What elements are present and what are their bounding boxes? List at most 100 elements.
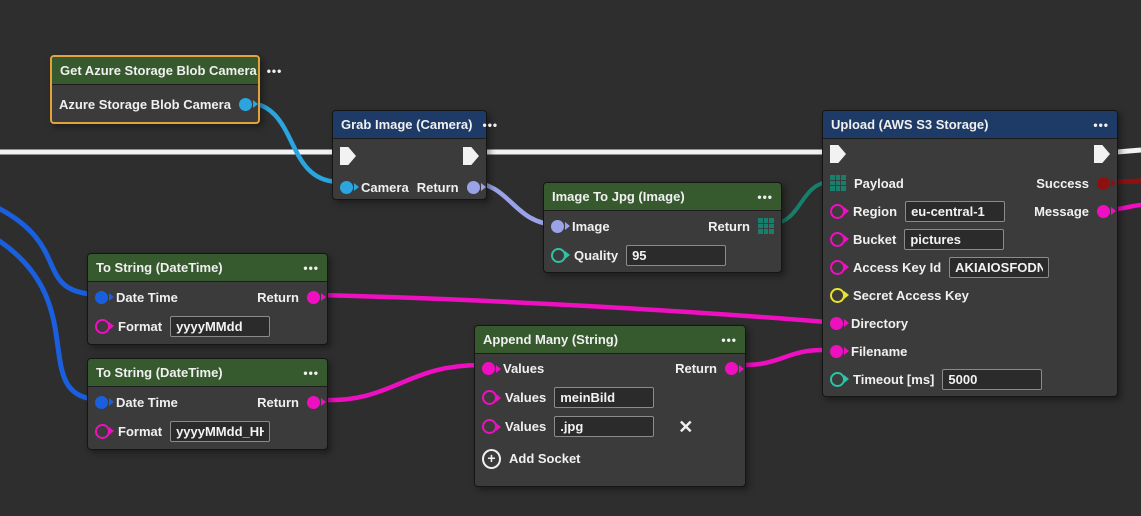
output-label-return: Return <box>257 290 299 305</box>
node-title: Append Many (String) <box>483 332 618 347</box>
input-pin-image[interactable] <box>551 220 564 233</box>
input-pin-secret-access-key[interactable] <box>830 288 845 303</box>
values-3-input[interactable] <box>554 416 654 437</box>
input-label-format: Format <box>118 319 162 334</box>
node-header[interactable]: To String (DateTime) ••• <box>88 254 327 282</box>
node-title: To String (DateTime) <box>96 260 223 275</box>
node-append-many-string[interactable]: Append Many (String) ••• Values Return V… <box>474 325 746 487</box>
output-pin-message[interactable] <box>1097 205 1110 218</box>
input-pin-datetime[interactable] <box>95 291 108 304</box>
output-pin-return[interactable] <box>307 291 320 304</box>
input-pin-directory[interactable] <box>830 317 843 330</box>
node-header[interactable]: Get Azure Storage Blob Camera ••• <box>52 57 258 85</box>
input-label-camera: Camera <box>361 180 409 195</box>
node-image-to-jpg[interactable]: Image To Jpg (Image) ••• Image Return Qu… <box>543 182 782 273</box>
output-pin-return[interactable] <box>725 362 738 375</box>
input-label-secret-access-key: Secret Access Key <box>853 288 969 303</box>
input-pin-format[interactable] <box>95 424 110 439</box>
input-pin-format[interactable] <box>95 319 110 334</box>
delete-socket-icon[interactable]: ✕ <box>678 418 693 436</box>
values-2-input[interactable] <box>554 387 654 408</box>
node-menu-icon[interactable]: ••• <box>757 191 773 203</box>
input-label-datetime: Date Time <box>116 395 178 410</box>
input-label-quality: Quality <box>574 248 618 263</box>
format-input[interactable] <box>170 421 270 442</box>
input-label-directory: Directory <box>851 316 908 331</box>
exec-in-pin[interactable] <box>830 145 846 163</box>
output-label-return: Return <box>257 395 299 410</box>
input-label-values-3: Values <box>505 419 546 434</box>
quality-input[interactable] <box>626 245 726 266</box>
node-title: Grab Image (Camera) <box>341 117 473 132</box>
exec-in-pin[interactable] <box>340 147 356 165</box>
input-pin-values-3[interactable] <box>482 419 497 434</box>
output-label-message: Message <box>1034 204 1089 219</box>
node-menu-icon[interactable]: ••• <box>721 334 737 346</box>
wire-tostring1-to-directory[interactable] <box>320 295 826 322</box>
output-label-success: Success <box>1036 176 1089 191</box>
add-socket-label: Add Socket <box>509 451 581 466</box>
node-grab-image[interactable]: Grab Image (Camera) ••• Camera Return <box>332 110 487 200</box>
output-label-camera: Azure Storage Blob Camera <box>59 97 231 112</box>
node-title: Upload (AWS S3 Storage) <box>831 117 988 132</box>
input-pin-values-2[interactable] <box>482 390 497 405</box>
input-pin-values-1[interactable] <box>482 362 495 375</box>
format-input[interactable] <box>170 316 270 337</box>
output-pin-return[interactable] <box>467 181 480 194</box>
input-label-bucket: Bucket <box>853 232 896 247</box>
node-header[interactable]: Upload (AWS S3 Storage) ••• <box>823 111 1117 139</box>
input-pin-access-key-id[interactable] <box>830 260 845 275</box>
input-label-image: Image <box>572 219 610 234</box>
node-to-string-datetime-1[interactable]: To String (DateTime) ••• Date Time Retur… <box>87 253 328 345</box>
wire-append-return-to-filename[interactable] <box>740 350 826 365</box>
input-pin-region[interactable] <box>830 204 845 219</box>
bucket-input[interactable] <box>904 229 1004 250</box>
input-label-region: Region <box>853 204 897 219</box>
output-pin-return[interactable] <box>307 396 320 409</box>
output-pin-camera[interactable] <box>239 98 252 111</box>
node-menu-icon[interactable]: ••• <box>303 367 319 379</box>
input-label-payload: Payload <box>854 176 904 191</box>
output-label-return: Return <box>675 361 717 376</box>
plus-circle-icon[interactable]: + <box>482 449 501 469</box>
node-menu-icon[interactable]: ••• <box>483 119 499 131</box>
output-pin-return-grid[interactable] <box>758 218 774 234</box>
add-socket-button[interactable]: + Add Socket <box>475 441 745 476</box>
exec-out-pin[interactable] <box>1094 145 1110 163</box>
node-editor-canvas[interactable]: Get Azure Storage Blob Camera ••• Azure … <box>0 0 1141 516</box>
input-pin-payload-grid[interactable] <box>830 175 846 191</box>
node-title: Image To Jpg (Image) <box>552 189 685 204</box>
node-title: To String (DateTime) <box>96 365 223 380</box>
input-pin-bucket[interactable] <box>830 232 845 247</box>
node-header[interactable]: Image To Jpg (Image) ••• <box>544 183 781 211</box>
access-key-id-input[interactable] <box>949 257 1049 278</box>
node-get-azure-storage-blob-camera[interactable]: Get Azure Storage Blob Camera ••• Azure … <box>50 55 260 124</box>
input-label-values-1: Values <box>503 361 544 376</box>
region-input[interactable] <box>905 201 1005 222</box>
input-label-format: Format <box>118 424 162 439</box>
node-header[interactable]: To String (DateTime) ••• <box>88 359 327 387</box>
wire-exec-right[interactable] <box>1117 150 1141 152</box>
node-to-string-datetime-2[interactable]: To String (DateTime) ••• Date Time Retur… <box>87 358 328 450</box>
timeout-input[interactable] <box>942 369 1042 390</box>
node-header[interactable]: Append Many (String) ••• <box>475 326 745 354</box>
output-pin-success[interactable] <box>1097 177 1110 190</box>
node-menu-icon[interactable]: ••• <box>267 65 283 77</box>
node-header[interactable]: Grab Image (Camera) ••• <box>333 111 486 139</box>
input-pin-camera[interactable] <box>340 181 353 194</box>
input-pin-quality[interactable] <box>551 248 566 263</box>
output-label-return: Return <box>417 180 459 195</box>
wire-tostring2-to-append-values[interactable] <box>320 365 484 400</box>
exec-out-pin[interactable] <box>463 147 479 165</box>
input-pin-timeout[interactable] <box>830 372 845 387</box>
input-label-access-key-id: Access Key Id <box>853 260 941 275</box>
node-menu-icon[interactable]: ••• <box>1093 119 1109 131</box>
input-pin-datetime[interactable] <box>95 396 108 409</box>
node-upload-aws-s3[interactable]: Upload (AWS S3 Storage) ••• Payload Succ… <box>822 110 1118 397</box>
input-label-timeout: Timeout [ms] <box>853 372 934 387</box>
node-menu-icon[interactable]: ••• <box>303 262 319 274</box>
input-label-values-2: Values <box>505 390 546 405</box>
node-title: Get Azure Storage Blob Camera <box>60 63 257 78</box>
input-pin-filename[interactable] <box>830 345 843 358</box>
input-label-filename: Filename <box>851 344 907 359</box>
